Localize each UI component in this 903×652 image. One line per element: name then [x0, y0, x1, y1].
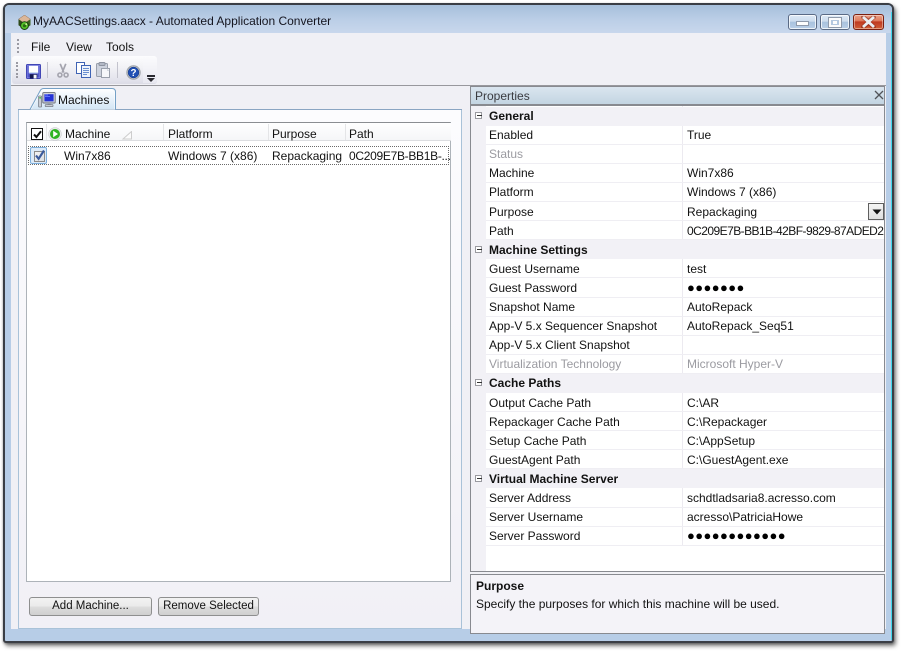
svg-text:?: ? [131, 68, 137, 79]
